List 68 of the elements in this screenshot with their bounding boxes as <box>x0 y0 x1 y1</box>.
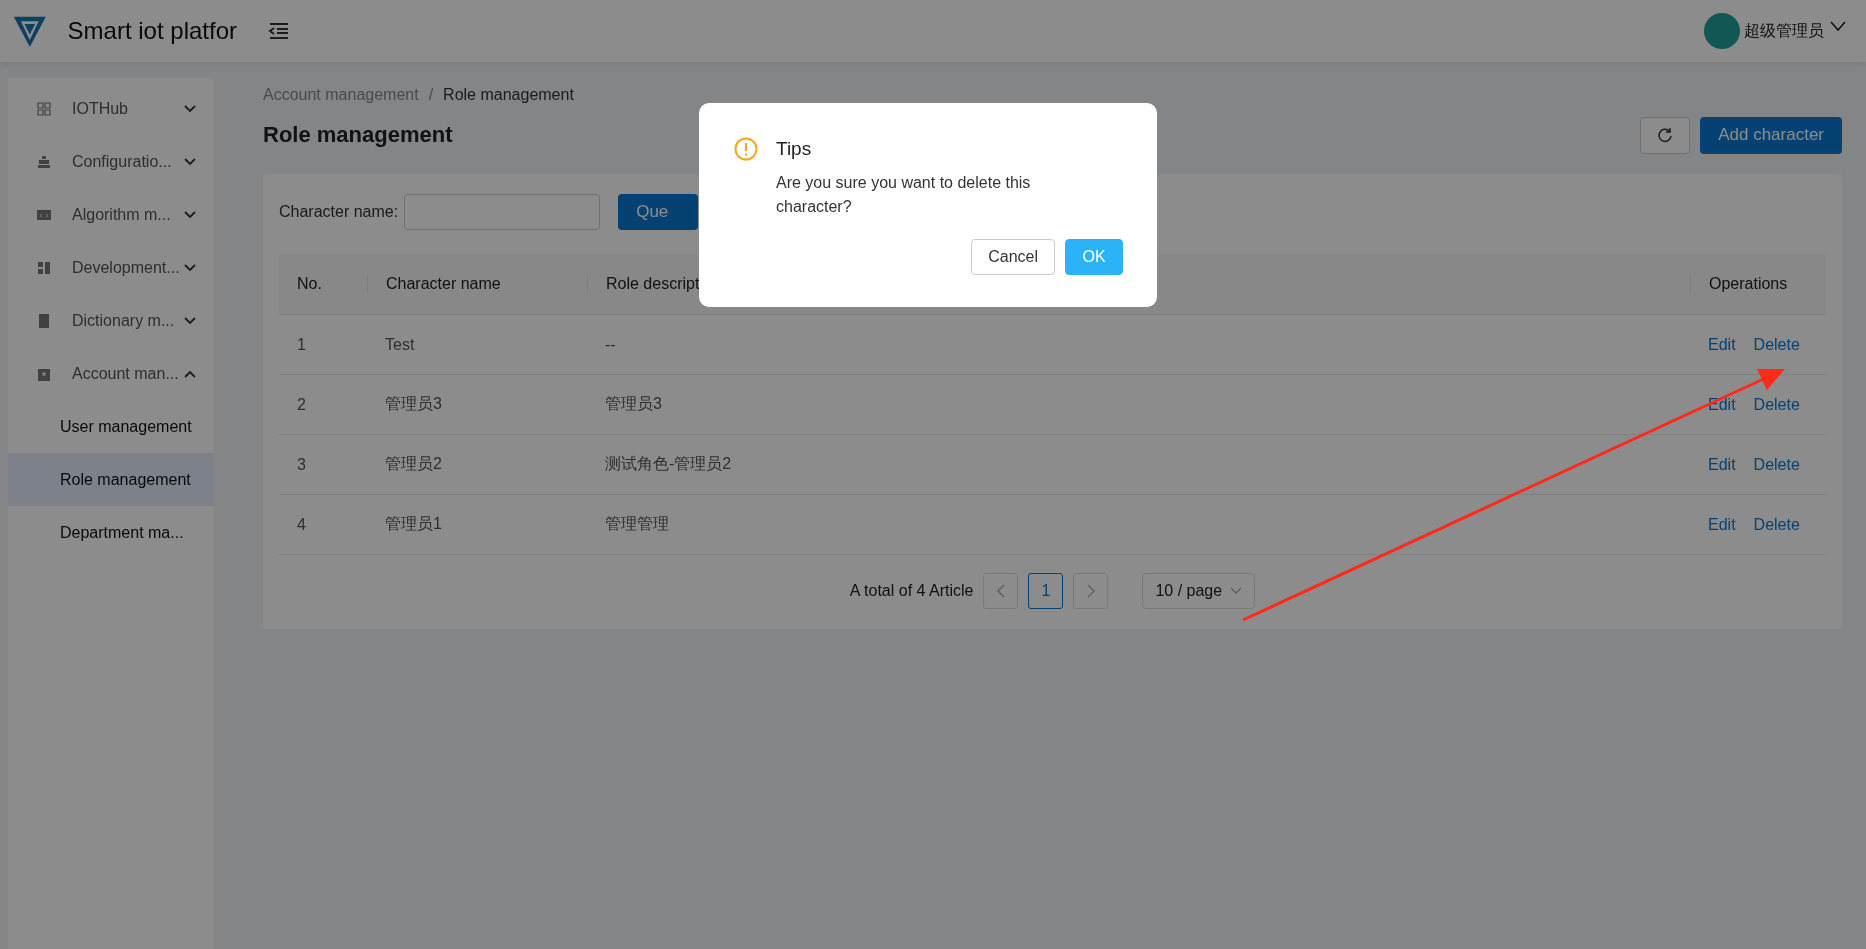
breadcrumb-item: Role management <box>443 86 574 104</box>
chevron-down-icon <box>184 104 196 113</box>
chevron-right-icon <box>1085 583 1096 599</box>
page-size-select[interactable]: 10 / page <box>1142 573 1256 609</box>
page-title: Role management <box>263 122 453 148</box>
chevron-down-icon <box>184 157 196 166</box>
ok-button[interactable]: OK <box>1065 239 1123 275</box>
table-cell: 测试角色-管理员2 <box>605 455 732 472</box>
user-name[interactable]: 超级管理员 <box>1744 20 1824 42</box>
chevron-down-icon[interactable] <box>1830 21 1846 31</box>
book-icon <box>36 312 52 329</box>
chevron-down-icon <box>1230 587 1243 595</box>
submenu-item[interactable]: Role management <box>8 453 214 506</box>
table-cell: 管理员3 <box>385 395 442 412</box>
table-cell: 管理管理 <box>605 515 669 532</box>
table-cell: 管理员3 <box>605 395 662 412</box>
column-header: No. <box>296 275 323 293</box>
total-count: A total of 4 Article <box>849 582 974 600</box>
app-title: Smart iot platfor <box>67 17 237 45</box>
table-cell: 管理员2 <box>385 455 442 472</box>
submenu-item[interactable]: Department ma... <box>8 506 214 559</box>
stack-icon <box>36 153 52 170</box>
chevron-down-icon <box>184 316 196 325</box>
table-cell: -- <box>605 335 616 353</box>
delete-link[interactable]: Delete <box>1753 455 1800 473</box>
chevron-down-icon <box>184 263 196 272</box>
blocks-icon <box>36 259 52 276</box>
dialog-title: Tips <box>776 138 812 160</box>
delete-link[interactable]: Delete <box>1753 395 1800 413</box>
character-name-field[interactable] <box>404 194 601 230</box>
delete-link[interactable]: Delete <box>1753 335 1800 353</box>
cancel-button[interactable]: Cancel <box>971 239 1055 275</box>
table-cell: 1 <box>297 335 306 353</box>
chevron-left-icon <box>995 583 1006 599</box>
nav-item[interactable]: IOTHub <box>8 82 214 135</box>
nav-item[interactable]: Configuratio... <box>8 135 214 188</box>
dialog-message: Are you sure you want to delete this character? <box>776 173 1032 217</box>
refresh-button[interactable] <box>1640 116 1691 154</box>
delete-link[interactable]: Delete <box>1753 515 1800 533</box>
breadcrumb-item[interactable]: Account management <box>263 86 419 104</box>
breadcrumb-separator: / <box>428 86 434 104</box>
chevron-down-icon <box>184 210 196 219</box>
avatar[interactable] <box>1704 13 1740 49</box>
nav-item[interactable]: Development... <box>8 241 214 294</box>
field-label: Character name: <box>279 203 399 221</box>
edit-link[interactable]: Edit <box>1708 515 1736 533</box>
table-cell: 4 <box>297 515 306 533</box>
add-character-button[interactable]: Add character <box>1700 116 1842 154</box>
table-cell: Test <box>385 335 415 353</box>
grid-icon <box>36 100 52 117</box>
edit-link[interactable]: Edit <box>1708 455 1736 473</box>
column-header: Character name <box>367 275 587 293</box>
page-number-button[interactable]: 1 <box>1028 573 1064 609</box>
next-page-button[interactable] <box>1073 573 1109 609</box>
nav-item[interactable]: Dictionary m... <box>8 294 214 347</box>
warning-icon <box>734 137 758 161</box>
previous-page-button[interactable] <box>983 573 1019 609</box>
query-button[interactable]: Que <box>618 194 699 230</box>
table-cell: 3 <box>297 455 306 473</box>
table-cell: 2 <box>297 395 306 413</box>
chevron-up-icon <box>184 369 196 378</box>
table-cell: 管理员1 <box>385 515 442 532</box>
column-header: Operations <box>1690 275 1826 293</box>
submenu-item[interactable]: User management <box>8 400 214 453</box>
refresh-icon <box>1657 127 1674 143</box>
nav-item[interactable]: Algorithm m... <box>8 188 214 241</box>
nav-item[interactable]: Account man... <box>8 347 214 400</box>
edit-link[interactable]: Edit <box>1708 335 1736 353</box>
